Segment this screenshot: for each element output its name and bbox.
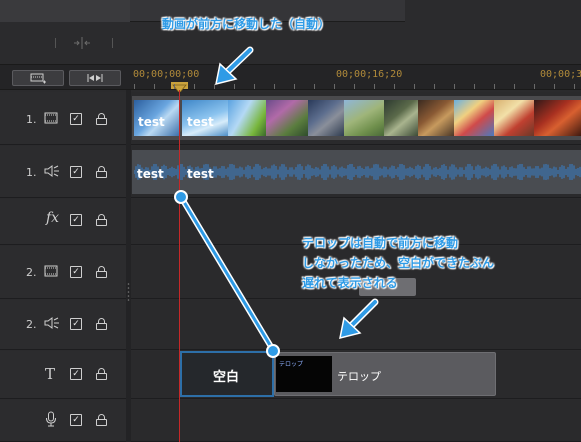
- video-clip-label: test: [187, 115, 214, 129]
- audio-clip-label: test: [137, 167, 164, 181]
- ruler-tick: [194, 84, 195, 89]
- lock-icon[interactable]: [96, 113, 107, 125]
- annotation-mid-line1: テロップは自動で前方に移動: [302, 236, 459, 250]
- lock-icon[interactable]: [96, 414, 107, 426]
- ruler-tick: [174, 84, 175, 89]
- clip-thumbnail: [494, 100, 534, 136]
- track-enable-checkbox[interactable]: ✓: [70, 113, 82, 125]
- track-header-audio-1: [0, 146, 126, 198]
- track-header-audio-2: [0, 300, 126, 350]
- gap-label: 空白: [213, 370, 240, 385]
- split-clip-icon[interactable]: [72, 36, 92, 50]
- audio-track-icon: [44, 317, 60, 332]
- track-manager-button[interactable]: [12, 70, 64, 86]
- audio-clip-label: test: [187, 167, 214, 181]
- clip-thumbnail: [266, 100, 308, 136]
- track-header-video-1: [0, 92, 126, 145]
- ruler-tick: [474, 84, 475, 89]
- ruler-tick: [574, 84, 575, 89]
- track-header-voice: [0, 400, 126, 442]
- title-track-icon: T: [45, 365, 56, 383]
- microphone-icon: [45, 411, 57, 431]
- lock-icon[interactable]: [96, 166, 107, 178]
- timecode-end: 00;00;3: [540, 69, 581, 80]
- clip-thumbnail: [344, 100, 384, 136]
- ruler-tick: [514, 84, 515, 89]
- panel-resize-handle[interactable]: [127, 282, 130, 302]
- ruler-tick: [334, 84, 335, 89]
- ruler-tick: [314, 84, 315, 89]
- timecode-mid: 00;00;16;20: [336, 69, 403, 80]
- ruler-tick: [434, 84, 435, 89]
- fit-timeline-button[interactable]: [69, 70, 121, 86]
- ruler-tick: [294, 84, 295, 89]
- ruler-tick: [414, 84, 415, 89]
- ruler-tick: [214, 84, 215, 89]
- lock-icon[interactable]: [96, 368, 107, 380]
- track-header-title: [0, 351, 126, 399]
- clip-thumbnail: [384, 100, 418, 136]
- track-number: 2.: [26, 318, 37, 331]
- playhead-line[interactable]: [179, 90, 180, 442]
- timeline-window: 00;00;00;00 00;00;16;20 00;00;3 1. ✓ 1. …: [0, 0, 581, 442]
- track-enable-checkbox[interactable]: ✓: [70, 318, 82, 330]
- video-track-icon: [44, 265, 58, 280]
- clip-thumbnail: [228, 100, 266, 136]
- track-number: 1.: [26, 166, 37, 179]
- caption-thumbnail: テロップ: [276, 356, 332, 392]
- top-panel-left: [0, 0, 130, 22]
- track-enable-checkbox[interactable]: ✓: [70, 166, 82, 178]
- video-clip-label: test: [138, 115, 165, 129]
- clip-thumbnail: [454, 100, 494, 136]
- ruler-tick: [394, 84, 395, 89]
- ruler-tick: [554, 84, 555, 89]
- ruler-tick: [134, 84, 135, 89]
- ruler-tick: [374, 84, 375, 89]
- video-track-icon: [44, 112, 58, 127]
- ruler-tick: [234, 84, 235, 89]
- track-number: 1.: [26, 113, 37, 126]
- ruler-tick: [454, 84, 455, 89]
- ruler-tick: [494, 84, 495, 89]
- clip-thumbnail: [308, 100, 344, 136]
- ruler-tick: [534, 84, 535, 89]
- lock-icon[interactable]: [96, 318, 107, 330]
- track-enable-checkbox[interactable]: ✓: [70, 414, 82, 426]
- fx-icon: fx: [46, 210, 60, 226]
- ruler-tick: [274, 84, 275, 89]
- toolbar-divider: [55, 38, 56, 48]
- caption-clip-label: テロップ: [337, 370, 381, 383]
- ruler-tick: [354, 84, 355, 89]
- track-body-voice: [131, 400, 581, 442]
- annotation-top-text: 動画が前方に移動した（自動）: [162, 17, 331, 31]
- toolbar-divider: [112, 38, 113, 48]
- track-number: 2.: [26, 266, 37, 279]
- audio-track-icon: [44, 165, 60, 180]
- clip-thumbnail: [418, 100, 454, 136]
- annotation-mid-line3: 遅れて表示される: [302, 276, 398, 290]
- lock-icon[interactable]: [96, 214, 107, 226]
- ruler-tick: [154, 84, 155, 89]
- track-enable-checkbox[interactable]: ✓: [70, 214, 82, 226]
- track-enable-checkbox[interactable]: ✓: [70, 266, 82, 278]
- lock-icon[interactable]: [96, 266, 107, 278]
- track-enable-checkbox[interactable]: ✓: [70, 368, 82, 380]
- annotation-mid-line2: しなかったため、空白ができたぶん: [302, 256, 495, 270]
- timecode-start: 00;00;00;00: [133, 69, 200, 80]
- track-header-fx: [0, 199, 126, 245]
- track-body-audio-2: [131, 300, 581, 350]
- ruler-tick: [254, 84, 255, 89]
- caption-thumbnail-text: テロップ: [279, 361, 304, 368]
- track-header-video-2: [0, 246, 126, 299]
- clip-thumbnail: [534, 100, 581, 136]
